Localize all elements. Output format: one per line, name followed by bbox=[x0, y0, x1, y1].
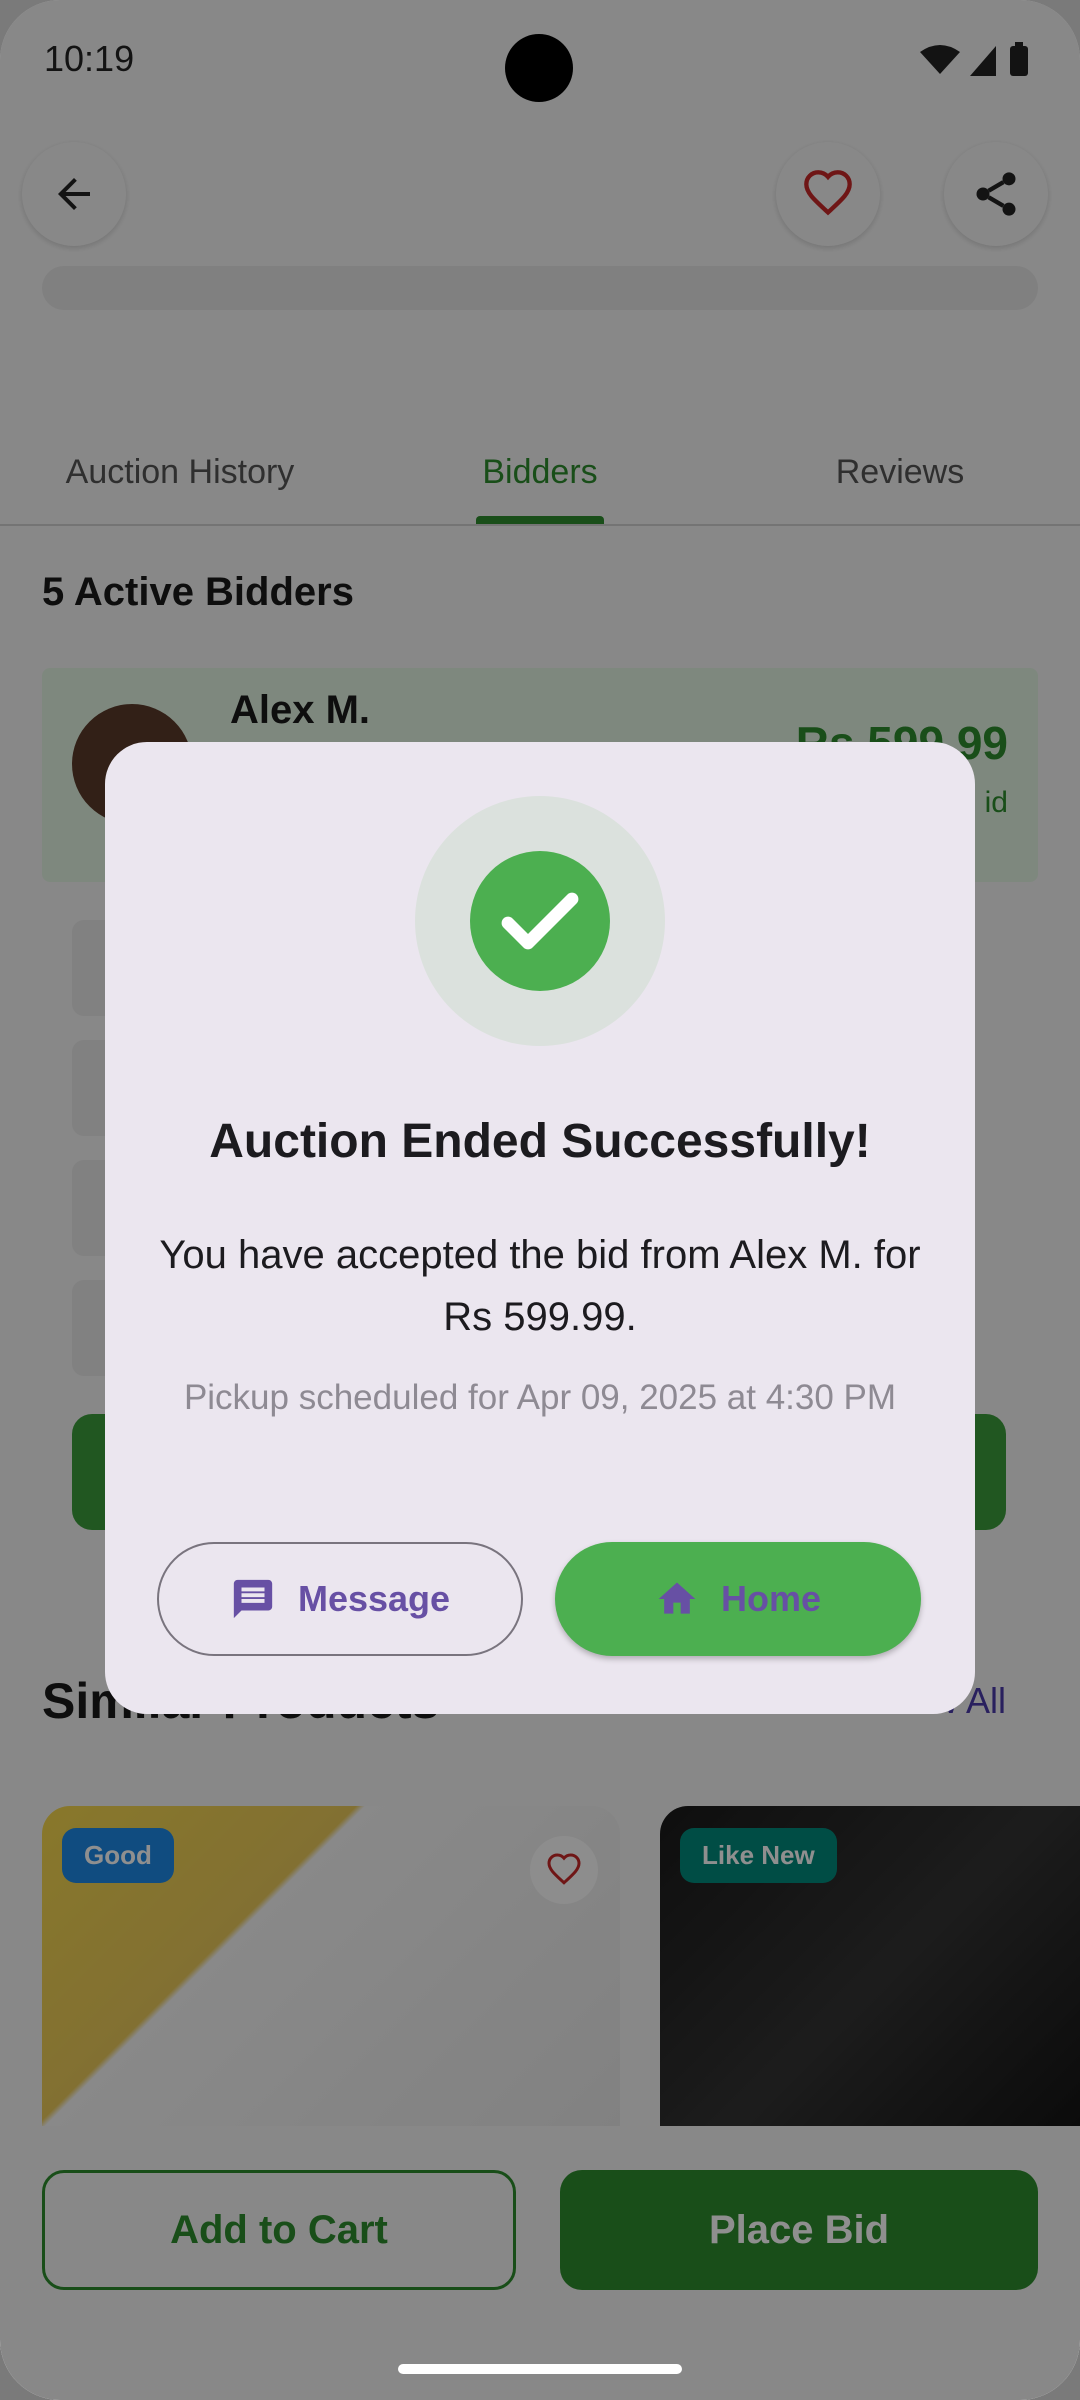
home-button-label: Home bbox=[720, 1578, 822, 1619]
check-icon bbox=[501, 892, 579, 950]
success-badge bbox=[415, 796, 665, 1046]
dialog-title: Auction Ended Successfully! bbox=[209, 1115, 871, 1168]
home-icon bbox=[655, 1577, 699, 1621]
gesture-home-indicator[interactable] bbox=[398, 2364, 682, 2374]
home-button[interactable]: Home bbox=[555, 1542, 921, 1656]
message-icon bbox=[230, 1576, 276, 1622]
message-button-label: Message bbox=[297, 1578, 451, 1619]
screen: 10:19 Auction History Bidders Reviews 5 … bbox=[0, 0, 1080, 2400]
auction-ended-dialog: Auction Ended Successfully! You have acc… bbox=[105, 742, 975, 1714]
pickup-note: Pickup scheduled for Apr 09, 2025 at 4:3… bbox=[183, 1378, 897, 1417]
success-circle bbox=[470, 851, 610, 991]
dialog-message: You have accepted the bid from Alex M. f… bbox=[159, 1233, 921, 1339]
message-button[interactable]: Message bbox=[157, 1542, 523, 1656]
